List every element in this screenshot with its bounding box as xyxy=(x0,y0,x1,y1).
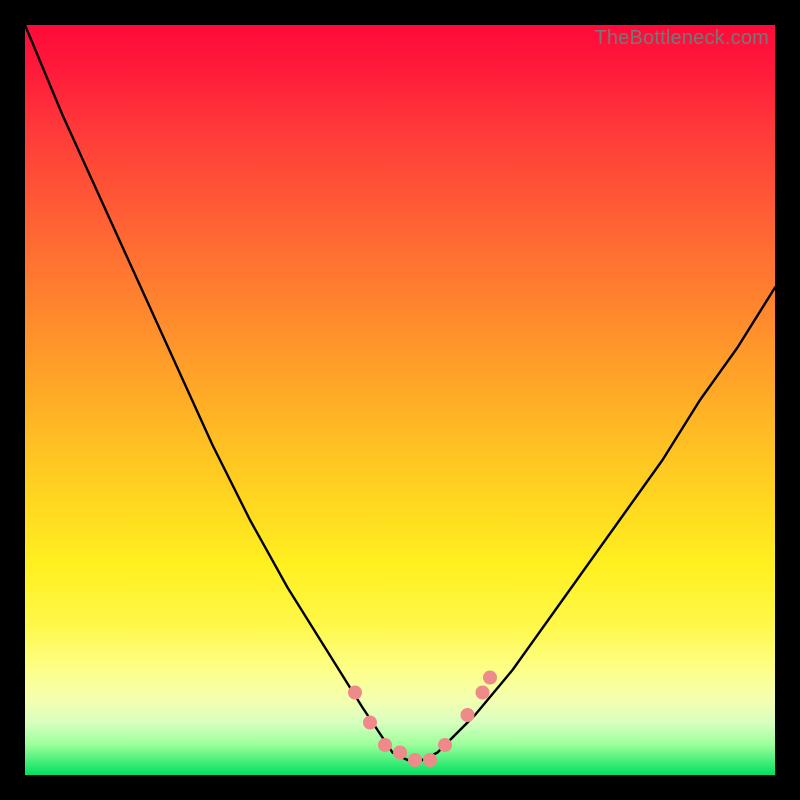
curve-marker xyxy=(483,671,497,685)
curve-marker xyxy=(393,746,407,760)
plot-area: TheBottleneck.com xyxy=(25,25,775,775)
curve-marker xyxy=(438,738,452,752)
curve-marker xyxy=(461,708,475,722)
curve-marker xyxy=(408,753,422,767)
curve-marker xyxy=(423,753,437,767)
curve-marker xyxy=(476,686,490,700)
curve-marker xyxy=(378,738,392,752)
curve-marker xyxy=(363,716,377,730)
curve-path xyxy=(25,25,775,760)
curve-marker xyxy=(348,686,362,700)
chart-frame: TheBottleneck.com xyxy=(0,0,800,800)
bottleneck-curve xyxy=(25,25,775,775)
